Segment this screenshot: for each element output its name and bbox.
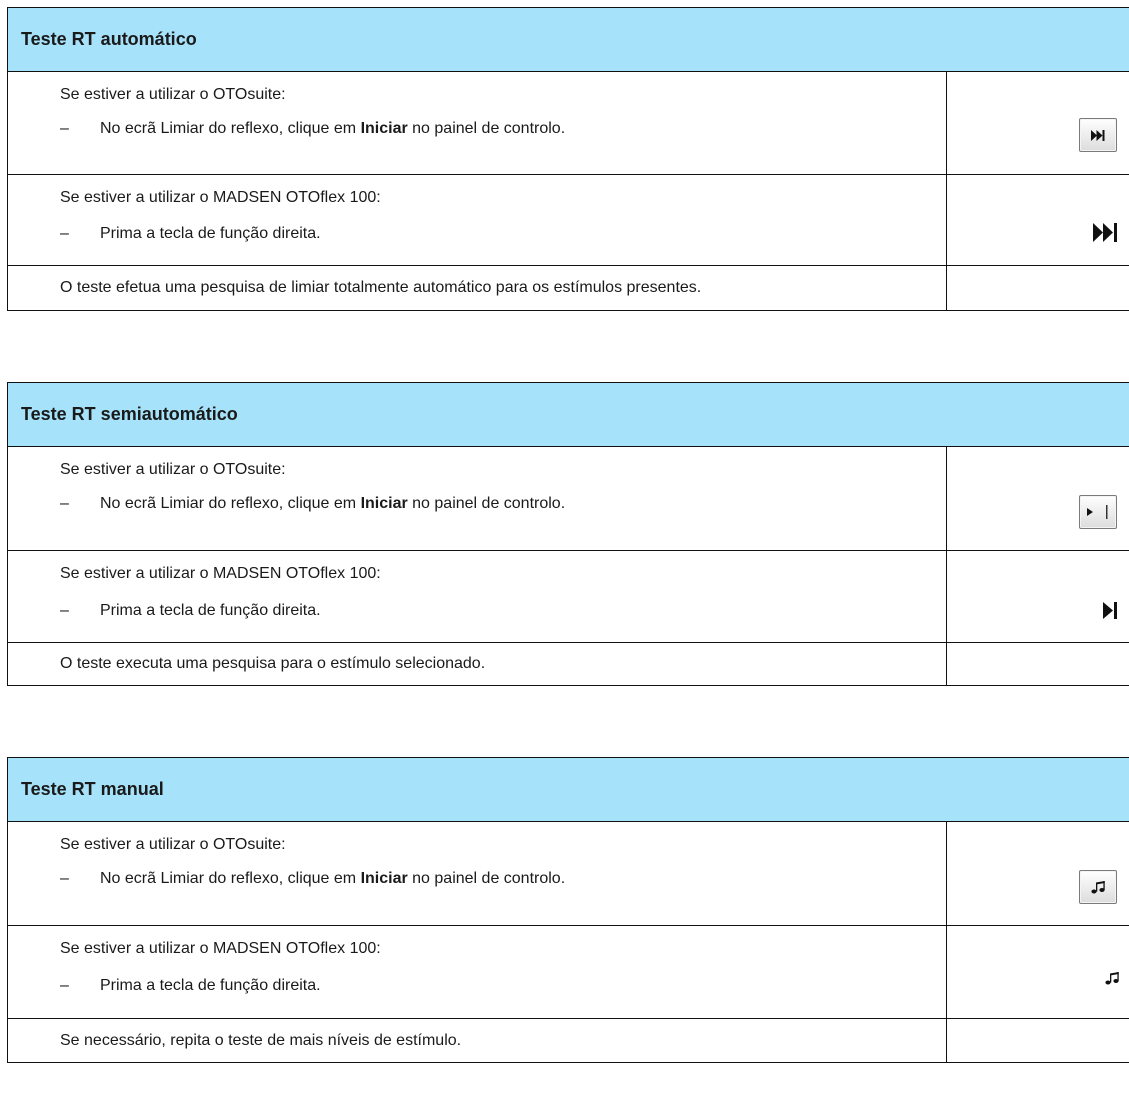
play-stop-button[interactable] xyxy=(1079,495,1117,529)
section-automatic: Teste RT automático Se estiver a utiliza… xyxy=(6,7,1129,311)
music-note-icon xyxy=(1105,972,1119,985)
otosuite-step: – No ecrã Limiar do reflexo, clique em In… xyxy=(60,120,566,137)
fast-forward-end-icon xyxy=(1091,129,1105,141)
bullet-dash: – xyxy=(60,225,69,242)
section-title: Teste RT semiautomático xyxy=(7,382,1129,447)
result-text: O teste efetua uma pesquisa de limiar to… xyxy=(60,279,702,296)
otosuite-intro: Se estiver a utilizar o OTOsuite: xyxy=(60,461,286,478)
otoflex-step: – Prima a tecla de função direita. xyxy=(60,225,321,242)
bullet-dash: – xyxy=(60,870,69,887)
fast-forward-end-key-icon xyxy=(1093,223,1119,242)
play-end-icon xyxy=(1103,602,1117,619)
otoflex-step: – Prima a tecla de função direita. xyxy=(60,977,321,994)
bullet-dash: – xyxy=(60,120,69,137)
iniciar-label: Iniciar xyxy=(360,870,408,887)
music-note-key-icon xyxy=(1105,972,1119,985)
play-stop-icon xyxy=(1087,505,1108,519)
otoflex-intro: Se estiver a utilizar o MADSEN OTOflex 1… xyxy=(60,189,381,206)
otosuite-intro: Se estiver a utilizar o OTOsuite: xyxy=(60,836,286,853)
otoflex-intro: Se estiver a utilizar o MADSEN OTOflex 1… xyxy=(60,940,381,957)
section-title: Teste RT automático xyxy=(7,7,1129,72)
otosuite-step: – No ecrã Limiar do reflexo, clique em In… xyxy=(60,495,566,512)
otosuite-step: – No ecrã Limiar do reflexo, clique em In… xyxy=(60,870,566,887)
result-text: O teste executa uma pesquisa para o estí… xyxy=(60,655,486,672)
fast-forward-end-icon xyxy=(1093,223,1117,242)
bullet-dash: – xyxy=(60,602,69,619)
otosuite-intro: Se estiver a utilizar o OTOsuite: xyxy=(60,86,286,103)
music-note-button[interactable] xyxy=(1079,870,1117,904)
section-semiautomatic: Teste RT semiautomático Se estiver a uti… xyxy=(6,382,1129,686)
iniciar-label: Iniciar xyxy=(360,495,408,512)
fast-forward-end-button[interactable] xyxy=(1079,118,1117,152)
iniciar-label: Iniciar xyxy=(360,120,408,137)
music-note-icon xyxy=(1091,880,1105,893)
play-end-key-icon xyxy=(1103,602,1119,619)
bullet-dash: – xyxy=(60,495,69,512)
section-manual: Teste RT manual Se estiver a utilizar o … xyxy=(6,757,1129,1063)
otoflex-step: – Prima a tecla de função direita. xyxy=(60,602,321,619)
section-title: Teste RT manual xyxy=(7,757,1129,822)
result-text: Se necessário, repita o teste de mais ní… xyxy=(60,1031,462,1049)
otoflex-intro: Se estiver a utilizar o MADSEN OTOflex 1… xyxy=(60,565,381,582)
bullet-dash: – xyxy=(60,977,69,994)
